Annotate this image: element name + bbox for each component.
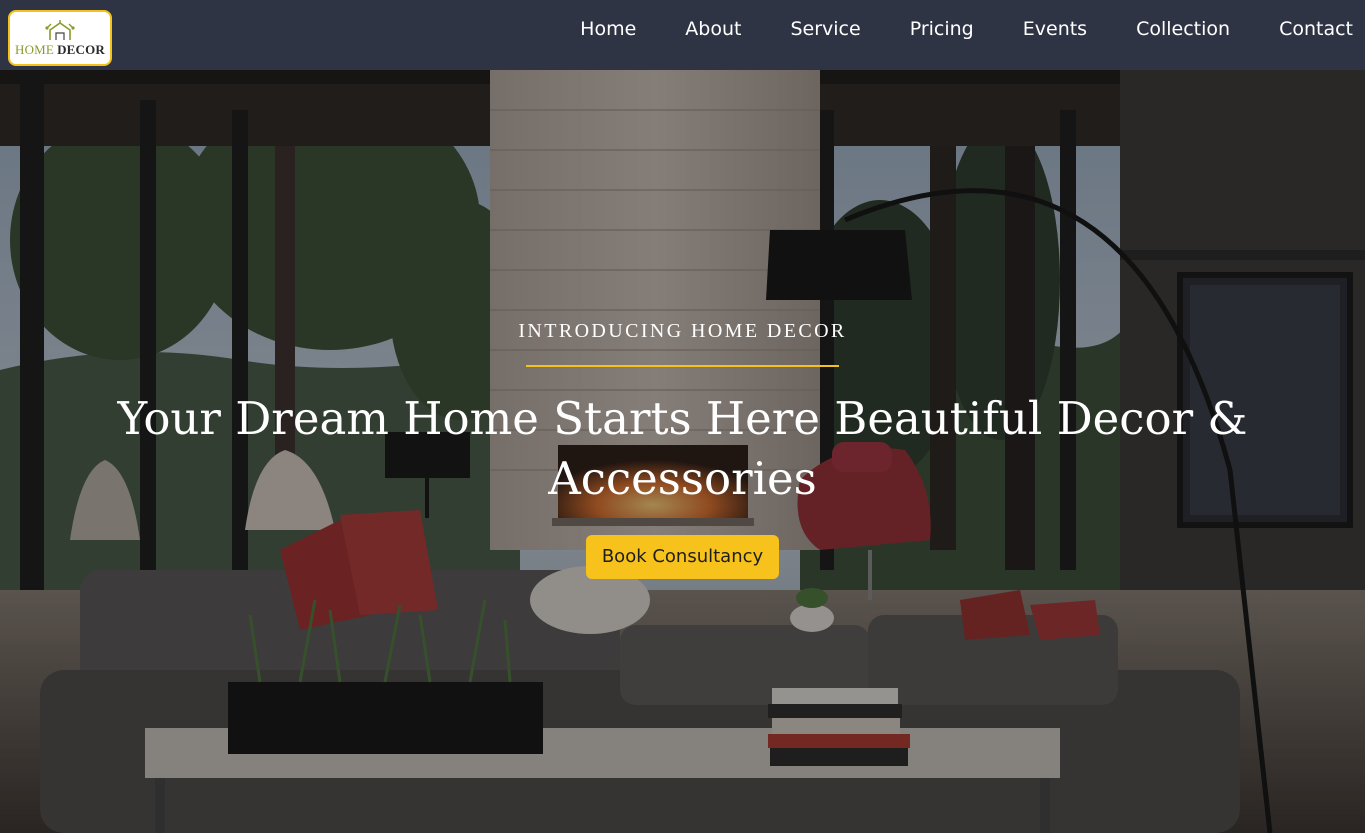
- hero-headline: Your Dream Home Starts Here Beautiful De…: [117, 392, 1248, 505]
- book-consultancy-button[interactable]: Book Consultancy: [585, 535, 780, 579]
- nav-link-events[interactable]: Events: [1023, 18, 1087, 40]
- nav-link-contact[interactable]: Contact: [1279, 18, 1353, 40]
- nav-link-service[interactable]: Service: [790, 18, 860, 40]
- nav-menu: Home About Service Pricing Events Collec…: [531, 0, 1353, 58]
- top-navbar: HOME DECOR Home About Service Pricing Eve…: [0, 0, 1365, 70]
- eyebrow-divider: [526, 365, 839, 367]
- hero-eyebrow: INTRODUCING HOME DECOR: [518, 320, 847, 342]
- logo-text: HOME DECOR: [14, 41, 106, 57]
- hero-section: INTRODUCING HOME DECOR Your Dream Home S…: [0, 70, 1365, 833]
- house-tree-logo-icon: [45, 19, 75, 40]
- hero-content: INTRODUCING HOME DECOR Your Dream Home S…: [0, 320, 1365, 579]
- nav-link-pricing[interactable]: Pricing: [910, 18, 974, 40]
- logo-word-decor: DECOR: [57, 41, 106, 57]
- logo-word-home: HOME: [14, 41, 55, 57]
- nav-link-home[interactable]: Home: [580, 18, 636, 40]
- nav-link-about[interactable]: About: [685, 18, 741, 40]
- nav-link-collection[interactable]: Collection: [1136, 18, 1230, 40]
- brand-logo[interactable]: HOME DECOR: [8, 10, 112, 66]
